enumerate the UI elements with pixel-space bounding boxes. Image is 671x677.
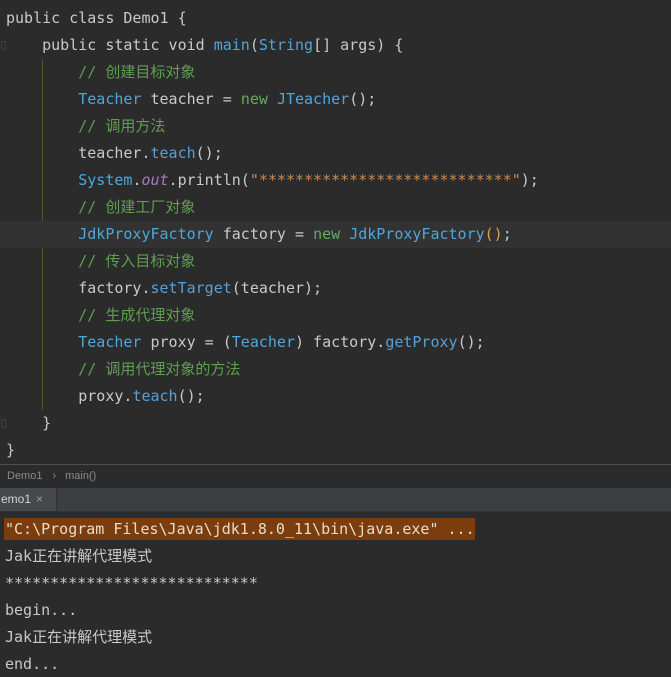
code-token: // 调用代理对象的方法	[78, 360, 241, 378]
breadcrumb-item-class[interactable]: Demo1	[7, 470, 42, 482]
code-line[interactable]: Teacher teacher = new JTeacher();	[0, 86, 671, 113]
code-token: ();	[177, 387, 205, 405]
code-token: teacher.	[6, 144, 151, 162]
code-token: public class Demo1 {	[6, 9, 187, 27]
console-line-text: "C:\Program Files\Java\jdk1.8.0_11\bin\j…	[4, 517, 475, 540]
code-token: ();	[195, 144, 223, 162]
console-output-line: ****************************	[0, 569, 671, 596]
console-line-text: end...	[5, 654, 60, 673]
run-tab-label: emo1	[1, 492, 32, 506]
breadcrumb: Demo1 › main()	[0, 464, 671, 488]
code-editor[interactable]: public class Demo1 { public static void …	[0, 0, 671, 464]
breadcrumb-item-method[interactable]: main()	[65, 470, 96, 482]
code-token: );	[520, 171, 539, 189]
code-line[interactable]: // 创建目标对象	[0, 59, 671, 86]
code-token: [] args) {	[313, 36, 404, 54]
code-token: public static void	[6, 36, 214, 54]
code-token: // 生成代理对象	[78, 306, 196, 324]
console-line-text: begin...	[5, 600, 78, 619]
code-token: ();	[349, 90, 377, 108]
code-token: new	[240, 90, 268, 108]
code-token: Teacher	[78, 90, 142, 108]
close-icon[interactable]: ×	[36, 492, 43, 506]
code-token: proxy.	[6, 387, 133, 405]
code-token: ) factory.	[295, 333, 386, 351]
code-token: // 创建目标对象	[78, 63, 196, 81]
console-command-line: "C:\Program Files\Java\jdk1.8.0_11\bin\j…	[0, 515, 671, 542]
code-line[interactable]: // 生成代理对象	[0, 302, 671, 329]
code-token: (	[249, 36, 259, 54]
breadcrumb-chevron-icon: ›	[52, 470, 57, 482]
code-token: teach	[150, 144, 196, 162]
code-token: proxy = (	[141, 333, 232, 351]
code-line[interactable]: proxy.teach();	[0, 383, 671, 410]
code-token: "****************************"	[249, 171, 521, 189]
code-token: teach	[132, 387, 178, 405]
console-output-line: end...	[0, 650, 671, 677]
code-token: JTeacher	[276, 90, 350, 108]
run-tool-tabs: emo1 ×	[0, 488, 671, 512]
code-token: new	[313, 225, 341, 243]
code-token: Teacher	[231, 333, 295, 351]
code-token: ;	[502, 225, 512, 243]
console-output-line: Jak正在讲解代理模式	[0, 542, 671, 569]
console-line-text: Jak正在讲解代理模式	[5, 627, 153, 646]
code-token: setTarget	[150, 279, 232, 297]
code-token: }	[6, 441, 16, 459]
code-token: factory.	[6, 279, 151, 297]
code-token: (teacher);	[231, 279, 323, 297]
console-output-line: begin...	[0, 596, 671, 623]
console-output-line: Jak正在讲解代理模式	[0, 623, 671, 650]
code-token: }	[6, 414, 52, 432]
code-line[interactable]: Teacher proxy = (Teacher) factory.getPro…	[0, 329, 671, 356]
run-tab-demo1[interactable]: emo1 ×	[0, 488, 57, 511]
code-token: factory =	[213, 225, 314, 243]
code-line[interactable]: public class Demo1 {	[0, 5, 671, 32]
code-token: teacher =	[141, 90, 241, 108]
code-line[interactable]: teacher.teach();	[0, 140, 671, 167]
code-token: ();	[457, 333, 485, 351]
code-line[interactable]: }	[0, 437, 671, 464]
code-token: // 创建工厂对象	[78, 198, 196, 216]
code-token: .println(	[168, 171, 250, 189]
code-token: Teacher	[78, 333, 142, 351]
code-token: // 传入目标对象	[78, 252, 196, 270]
console-line-text: ****************************	[5, 573, 258, 592]
run-console[interactable]: "C:\Program Files\Java\jdk1.8.0_11\bin\j…	[0, 512, 671, 677]
code-line[interactable]: System.out.println("********************…	[0, 167, 671, 194]
code-token: main	[213, 36, 250, 54]
code-token: out	[141, 171, 169, 189]
code-line[interactable]: factory.setTarget(teacher);	[0, 275, 671, 302]
code-token: getProxy	[385, 333, 458, 351]
code-token: ()	[484, 225, 503, 243]
code-token: String	[258, 36, 314, 54]
code-line[interactable]: // 传入目标对象	[0, 248, 671, 275]
code-token: // 调用方法	[78, 117, 166, 135]
code-line[interactable]: public static void main(String[] args) {	[0, 32, 671, 59]
code-token: JdkProxyFactory	[349, 225, 485, 243]
code-line[interactable]: // 调用方法	[0, 113, 671, 140]
code-token: JdkProxyFactory	[78, 225, 214, 243]
code-token: System	[78, 171, 133, 189]
code-line-current[interactable]: JdkProxyFactory factory = new JdkProxyFa…	[0, 221, 671, 248]
code-line[interactable]: // 调用代理对象的方法	[0, 356, 671, 383]
code-lines[interactable]: public class Demo1 { public static void …	[0, 5, 671, 464]
console-line-text: Jak正在讲解代理模式	[5, 546, 153, 565]
code-line[interactable]: // 创建工厂对象	[0, 194, 671, 221]
code-line[interactable]: }	[0, 410, 671, 437]
